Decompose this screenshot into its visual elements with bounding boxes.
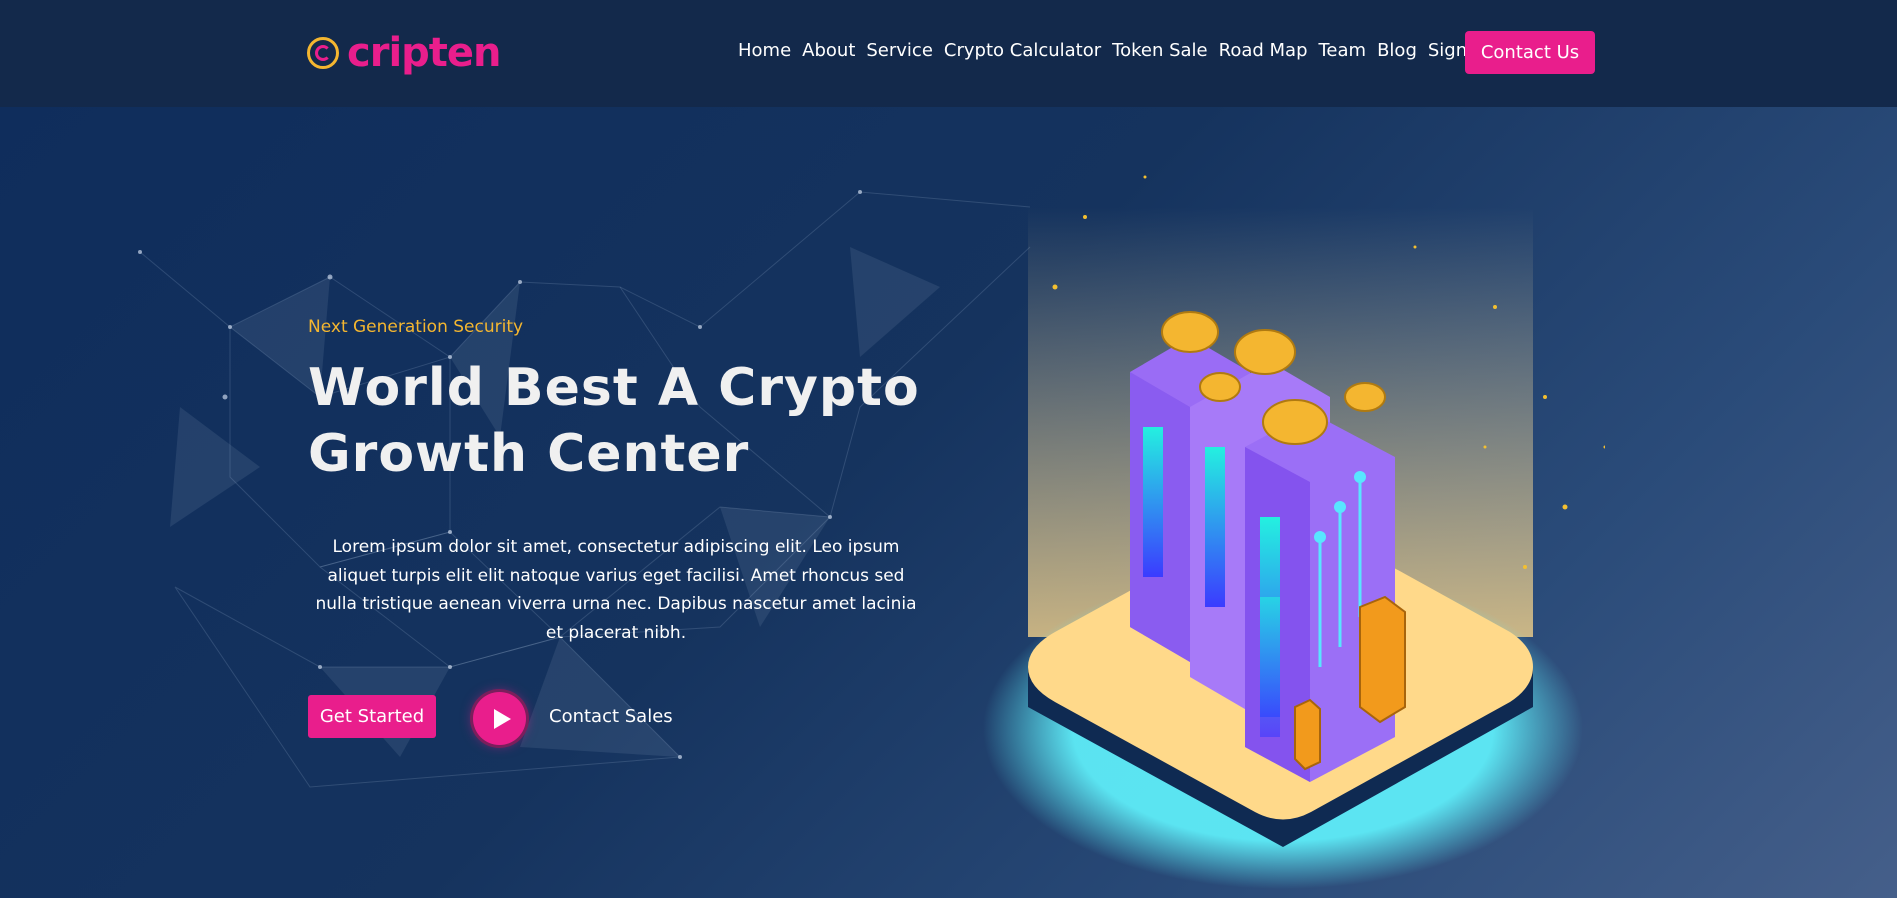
top-navbar: cripten Home About Service Crypto Calcul… (0, 0, 1897, 107)
hero-description: Lorem ipsum dolor sit amet, consectetur … (315, 537, 917, 643)
nav-blog[interactable]: Blog (1377, 40, 1417, 61)
nav-crypto-calculator[interactable]: Crypto Calculator (944, 40, 1101, 61)
nav-sign[interactable]: Sign (1428, 40, 1467, 61)
hero-title-line-2: Growth Center (308, 424, 750, 484)
nav-about[interactable]: About (802, 40, 855, 61)
nav-road-map[interactable]: Road Map (1219, 40, 1308, 61)
play-video-button[interactable] (473, 692, 526, 745)
nav-team[interactable]: Team (1319, 40, 1367, 61)
hero-title-line-1: World Best A Crypto (308, 358, 920, 418)
nav-token-sale[interactable]: Token Sale (1112, 40, 1207, 61)
hero-title: World Best A Crypto Growth Center (308, 355, 948, 487)
brand-logo[interactable]: cripten (307, 30, 502, 76)
get-started-button[interactable]: Get Started (308, 695, 436, 738)
nav-service[interactable]: Service (866, 40, 933, 61)
hero-eyebrow: Next Generation Security (308, 317, 524, 337)
crypto-mining-illustration (983, 175, 1605, 889)
main-nav: Home About Service Crypto Calculator Tok… (738, 40, 1467, 61)
contact-sales-link[interactable]: Contact Sales (549, 706, 673, 727)
brand-name: cripten (347, 30, 502, 76)
network-background-decoration (138, 190, 1031, 788)
play-icon (493, 708, 511, 729)
nav-home[interactable]: Home (738, 40, 791, 61)
hero-section: Next Generation Security World Best A Cr… (0, 107, 1897, 898)
logo-coin-icon (307, 37, 339, 69)
contact-us-button[interactable]: Contact Us (1465, 31, 1595, 74)
